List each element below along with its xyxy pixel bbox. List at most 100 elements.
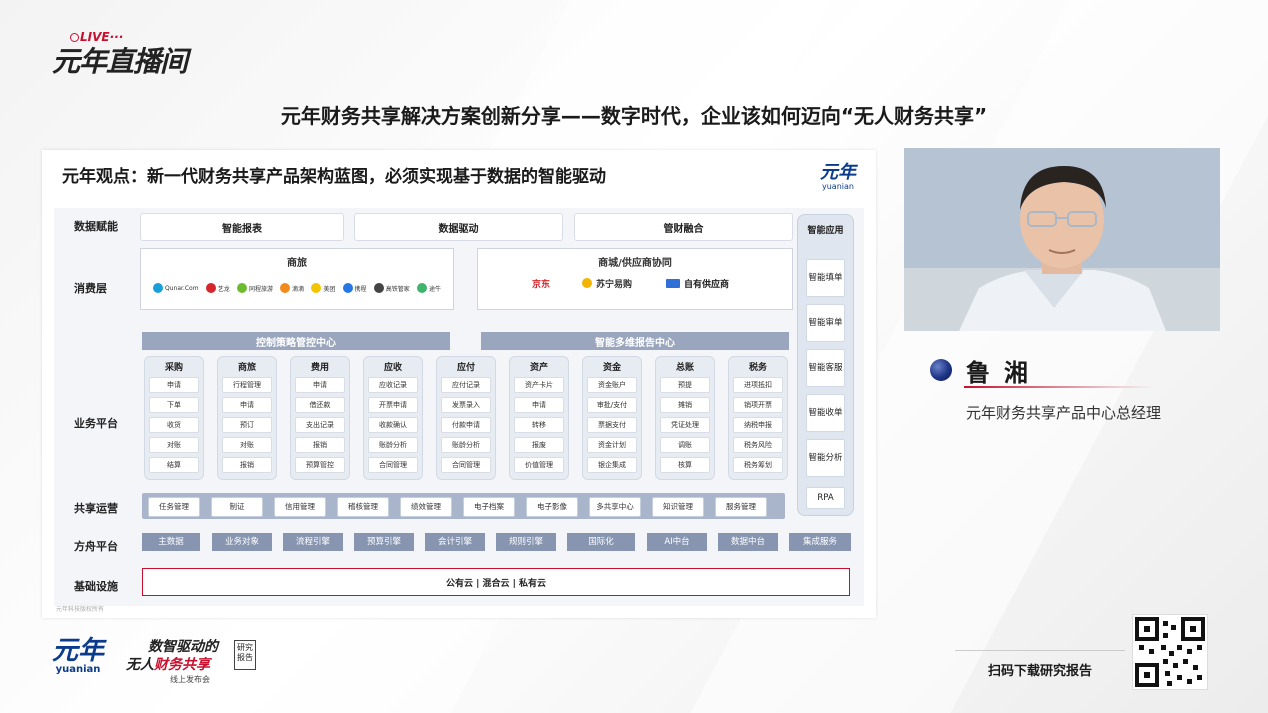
data-empower-item: 管财融合 (574, 213, 793, 241)
module-item: 预订 (222, 417, 272, 433)
yuanian-logo: 元年 yuanian (52, 638, 104, 675)
smart-app-item: 智能分析 (806, 439, 845, 477)
slide: 元年观点：新一代财务共享产品架构蓝图，必须实现基于数据的智能驱动 元年 yuan… (42, 150, 876, 618)
ark-item: 数据中台 (718, 533, 778, 551)
module-item: 应收记录 (368, 377, 418, 393)
ark-item: 集成服务 (789, 533, 851, 551)
module-item: 借还款 (295, 397, 345, 413)
shared-ops-item: 任务管理 (148, 497, 200, 517)
module-item: 销项开票 (733, 397, 783, 413)
slide-header: 元年观点：新一代财务共享产品架构蓝图，必须实现基于数据的智能驱动 元年 yuan… (42, 150, 876, 198)
speaker-name-underline (964, 386, 1154, 388)
row-label-shared-ops: 共享运营 (74, 502, 118, 515)
shared-ops-item: 稽核管理 (337, 497, 389, 517)
shared-ops-item: 电子档案 (463, 497, 515, 517)
module-item: 申请 (222, 397, 272, 413)
module-item: 税务筹划 (733, 457, 783, 473)
ark-item: AI中台 (647, 533, 707, 551)
module-item: 预提 (660, 377, 710, 393)
module-item: 行程管理 (222, 377, 272, 393)
module-title: 商旅 (237, 363, 256, 373)
module-item: 票据支付 (587, 417, 637, 433)
module-item: 申请 (514, 397, 564, 413)
module-item: 审批/支付 (587, 397, 637, 413)
module-title: 应收 (383, 363, 402, 373)
report-line3: 线上发布会 (170, 675, 210, 684)
report-line1: 数智驱动的 (148, 639, 218, 655)
module-item: 调账 (660, 437, 710, 453)
module-item: 开票申请 (368, 397, 418, 413)
shared-ops-item: 绩效管理 (400, 497, 452, 517)
module-item: 合同管理 (441, 457, 491, 473)
smart-app-title: 智能应用 (807, 226, 844, 236)
ark-item: 国际化 (567, 533, 635, 551)
page-title: 元年财务共享解决方案创新分享——数字时代，企业该如何迈向“无人财务共享” (280, 104, 988, 128)
report-line2: 无人财务共享 (126, 657, 210, 673)
qunar-icon (153, 283, 163, 293)
slide-brand-logo: 元年 yuanian (820, 164, 856, 192)
control-center-bar: 控制策略管控中心 (142, 332, 450, 350)
jd-logo: 京东 (532, 279, 551, 290)
didi-logo: 滴滴 (280, 283, 304, 293)
suning-icon (582, 278, 592, 288)
meituan-logo: 美团 (311, 283, 335, 293)
slide-footnote: 元年科技版权所有 (56, 606, 105, 613)
yuanian-logo-cn: 元年 (52, 636, 105, 666)
module-item: 资金计划 (587, 437, 637, 453)
module-item: 付款申请 (441, 417, 491, 433)
module-payable: 应付 应付记录 发票录入 付款申请 账龄分析 合同管理 (436, 356, 496, 480)
data-empower-item: 数据驱动 (354, 213, 563, 241)
infra-bar: 公有云 | 混合云 | 私有云 (142, 568, 850, 596)
module-item: 收款确认 (368, 417, 418, 433)
shared-ops-item: 信用管理 (274, 497, 326, 517)
smart-app-item: RPA (806, 487, 845, 509)
shared-ops-item: 知识管理 (652, 497, 704, 517)
row-label-ark: 方舟平台 (74, 540, 118, 553)
row-label-infra: 基础设施 (74, 580, 118, 593)
module-item: 报销 (295, 437, 345, 453)
row-label-business: 业务平台 (74, 417, 118, 430)
speaker-role: 元年财务共享产品中心总经理 (966, 404, 1162, 422)
ark-item: 流程引擎 (283, 533, 343, 551)
module-expense: 费用 申请 借还款 支出记录 报销 预算管控 (290, 356, 350, 480)
module-item: 账龄分析 (441, 437, 491, 453)
module-item: 税务风险 (733, 437, 783, 453)
module-item: 进项抵扣 (733, 377, 783, 393)
module-item: 凭证处理 (660, 417, 710, 433)
module-title: 费用 (310, 363, 329, 373)
shared-ops-item: 制证 (211, 497, 263, 517)
module-receivable: 应收 应收记录 开票申请 收款确认 账龄分析 合同管理 (363, 356, 423, 480)
own-supplier-logo: 自有供应商 (666, 273, 729, 293)
module-item: 申请 (295, 377, 345, 393)
ark-item: 业务对象 (212, 533, 272, 551)
didi-icon (280, 283, 291, 293)
smart-app-item: 智能收单 (806, 394, 845, 432)
truck-icon (666, 278, 680, 288)
speaker-portrait (904, 148, 1220, 331)
module-title: 采购 (164, 363, 183, 373)
module-fund: 资金 资金账户 审批/支付 票据支付 资金计划 银企集成 (582, 356, 642, 480)
module-item: 转移 (514, 417, 564, 433)
module-item: 申请 (149, 377, 199, 393)
ark-item: 会计引擎 (425, 533, 485, 551)
module-item: 应付记录 (441, 377, 491, 393)
report-event-logo: 数智驱动的 无人财务共享 研究报告 线上发布会 (126, 636, 266, 686)
scan-download-text: 扫码下载研究报告 (988, 664, 1093, 679)
module-item: 报废 (514, 437, 564, 453)
row-label-consume: 消费层 (74, 282, 107, 295)
speaker-bullet-icon (930, 359, 952, 381)
ctrip-logo: 携程 (342, 283, 367, 293)
module-item: 发票录入 (441, 397, 491, 413)
qr-pattern (1135, 617, 1205, 687)
scan-divider (955, 650, 1125, 651)
report-center-bar: 智能多维报告中心 (481, 332, 789, 350)
module-asset: 资产 资产卡片 申请 转移 报废 价值管理 (509, 356, 569, 480)
speaker-name: 鲁湘 (966, 359, 1042, 387)
module-item: 下单 (149, 397, 199, 413)
module-travel: 商旅 行程管理 申请 预订 对账 报销 (217, 356, 277, 480)
module-item: 核算 (660, 457, 710, 473)
meituan-icon (311, 283, 322, 293)
qr-code-icon[interactable] (1132, 614, 1208, 690)
module-ledger: 总账 预提 摊销 凭证处理 调账 核算 (655, 356, 715, 480)
elong-icon (205, 283, 216, 293)
